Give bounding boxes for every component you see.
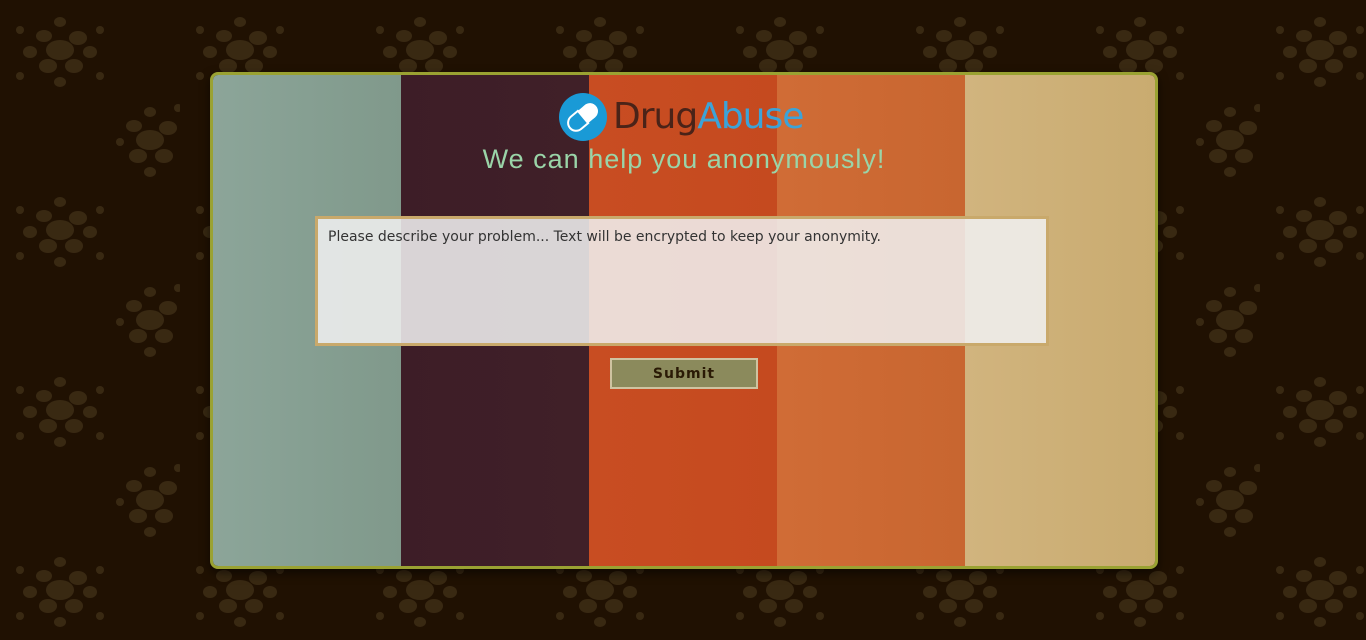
problem-description-input[interactable] — [315, 216, 1049, 346]
site-logo: DrugAbuse — [559, 89, 804, 145]
logo-word-drug: Drug — [613, 96, 698, 137]
form-card: DrugAbuse We can help you anonymously! S… — [210, 72, 1158, 569]
logo-word-abuse: Abuse — [697, 96, 804, 137]
tagline: We can help you anonymously! — [482, 144, 886, 174]
pill-capsule-icon — [559, 93, 607, 141]
logo-wordmark: DrugAbuse — [613, 96, 804, 137]
submit-button[interactable]: Submit — [610, 358, 758, 389]
